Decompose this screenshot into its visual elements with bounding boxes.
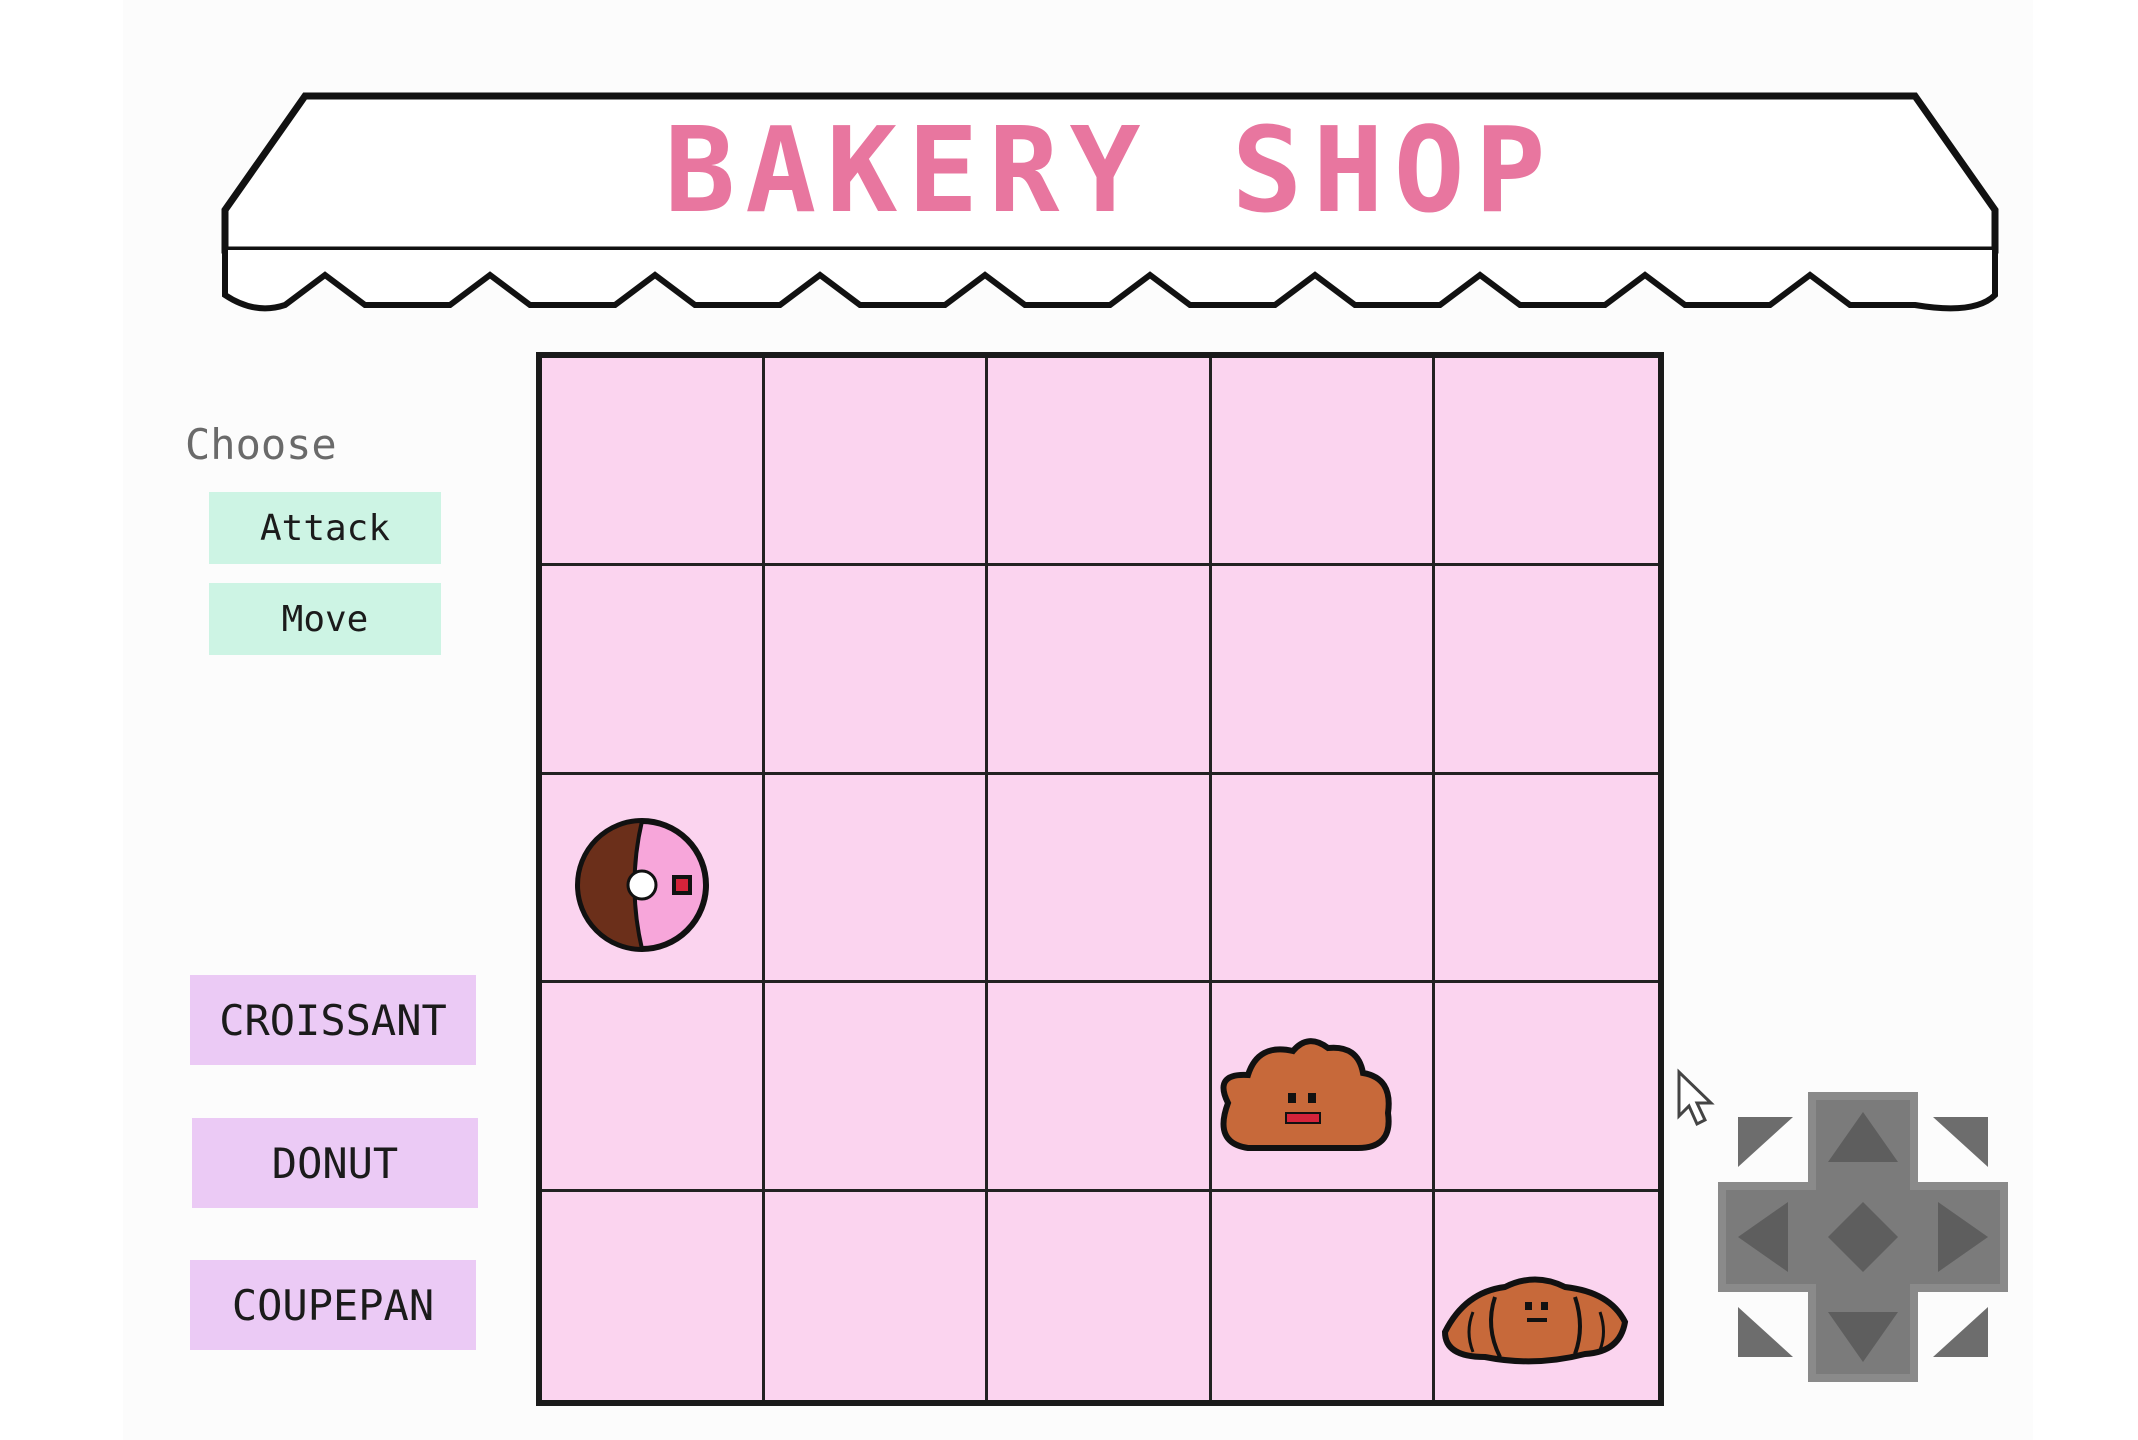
board-cell[interactable] xyxy=(1434,566,1658,775)
mouse-cursor-icon xyxy=(1675,1068,1715,1128)
board-cell[interactable] xyxy=(765,774,989,984)
attack-button[interactable]: Attack xyxy=(209,492,441,564)
board-cell[interactable] xyxy=(1211,983,1435,1192)
board-cell[interactable] xyxy=(542,1191,766,1400)
board-cell[interactable] xyxy=(542,774,766,984)
choose-label: Choose xyxy=(185,420,337,469)
board-cell[interactable] xyxy=(1434,983,1658,1192)
game-board xyxy=(536,352,1664,1406)
board-cell[interactable] xyxy=(765,358,989,567)
board-cell[interactable] xyxy=(988,774,1212,984)
croissant-piece[interactable] xyxy=(1435,1262,1635,1376)
donut-piece[interactable] xyxy=(572,815,712,959)
board-cell[interactable] xyxy=(1434,358,1658,567)
move-button[interactable]: Move xyxy=(209,583,441,655)
donut-button[interactable]: DONUT xyxy=(192,1118,478,1208)
board-cell[interactable] xyxy=(988,1191,1212,1400)
board-cell[interactable] xyxy=(988,358,1212,567)
board-cell[interactable] xyxy=(1211,566,1435,775)
dpad-icon[interactable] xyxy=(1718,1092,2008,1382)
board-cell[interactable] xyxy=(1434,775,1658,984)
board-cell[interactable] xyxy=(988,566,1212,775)
board-cell[interactable] xyxy=(988,983,1212,1192)
board-cell[interactable] xyxy=(1212,1191,1435,1400)
board-cell[interactable] xyxy=(542,983,766,1192)
game-title: BAKERY SHOP xyxy=(664,101,1556,239)
board-cell[interactable] xyxy=(765,566,989,775)
board-cell[interactable] xyxy=(1435,1192,1658,1400)
board-cell[interactable] xyxy=(765,1191,989,1400)
coupepan-piece[interactable] xyxy=(1208,1033,1398,1167)
board-cell[interactable] xyxy=(542,358,766,567)
board-cell[interactable] xyxy=(765,983,989,1192)
board-cell[interactable] xyxy=(1211,774,1435,984)
croissant-button[interactable]: CROISSANT xyxy=(190,975,476,1065)
board-cell[interactable] xyxy=(1211,358,1435,567)
coupepan-button[interactable]: COUPEPAN xyxy=(190,1260,476,1350)
board-cell[interactable] xyxy=(542,566,766,775)
